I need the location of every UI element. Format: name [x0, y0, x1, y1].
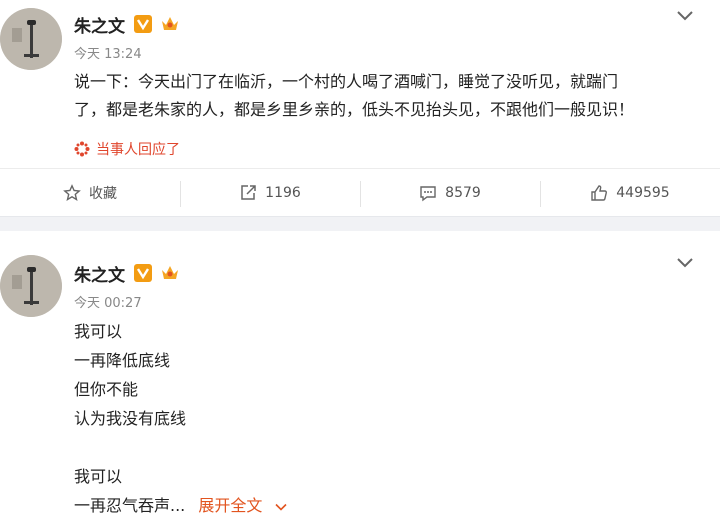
post-text-line: 我可以 — [74, 467, 123, 486]
reply-link[interactable]: 当事人回应了 — [74, 139, 180, 159]
post-card-2: 朱之文 今天 00:27 我可以 一再降低底线 但你不能 认为我没有底线 我可以… — [0, 231, 720, 527]
author-name[interactable]: 朱之文 — [74, 12, 125, 37]
avatar[interactable] — [0, 255, 62, 317]
repost-button[interactable]: 1196 — [180, 169, 360, 217]
post-text-line — [74, 433, 287, 462]
member-crown-icon — [162, 17, 178, 30]
post-text-line: 我可以 — [74, 322, 123, 341]
repost-icon — [241, 185, 256, 200]
expand-full-text-link[interactable]: 展开全文 — [198, 496, 262, 515]
post-text-line: 但你不能 — [74, 380, 139, 399]
verified-v-icon — [134, 15, 152, 33]
chevron-down-icon[interactable] — [676, 9, 694, 21]
comment-icon — [420, 186, 436, 202]
favorite-button[interactable]: 收藏 — [0, 169, 180, 217]
author-name[interactable]: 朱之文 — [74, 261, 125, 286]
verified-v-icon — [134, 264, 152, 282]
post-separator — [0, 216, 720, 232]
post-time[interactable]: 今天 00:27 — [74, 292, 142, 311]
post-text-line: 了，都是老朱家的人，都是乡里乡亲的，低头不见抬头见，不跟他们一般见识！ — [74, 100, 635, 119]
avatar[interactable] — [0, 8, 62, 70]
reply-label: 当事人回应了 — [96, 142, 180, 158]
like-count: 449595 — [616, 185, 670, 201]
post-body: 我可以 一再降低底线 但你不能 认为我没有底线 我可以 一再忍气吞声... 展开… — [74, 317, 288, 520]
favorite-label: 收藏 — [89, 186, 117, 202]
post-card-1: 朱之文 今天 13:24 说一下：今天出门了在临沂，一个村的人喝了酒喊门，睡觉了… — [0, 0, 720, 216]
post-text-line: 认为我没有底线 — [74, 409, 187, 428]
member-crown-icon — [162, 266, 178, 279]
spark-icon — [74, 141, 90, 157]
repost-count: 1196 — [265, 185, 301, 201]
star-icon — [63, 184, 81, 201]
thumbs-up-icon — [591, 185, 608, 201]
post-text-line-last: 一再忍气吞声... 展开全文 — [74, 491, 288, 520]
post-body: 说一下：今天出门了在临沂，一个村的人喝了酒喊门，睡觉了没听见，就踹门 了，都是老… — [74, 68, 696, 124]
post-text-line: 一再降低底线 — [74, 351, 171, 370]
chevron-down-icon[interactable] — [275, 503, 288, 511]
post-text-line: 说一下：今天出门了在临沂，一个村的人喝了酒喊门，睡觉了没听见，就踹门 — [74, 72, 619, 91]
post-text-truncated: 一再忍气吞声... — [74, 496, 186, 515]
comment-button[interactable]: 8579 — [360, 169, 540, 217]
comment-count: 8579 — [445, 185, 481, 201]
chevron-down-icon[interactable] — [676, 256, 694, 268]
like-button[interactable]: 449595 — [540, 169, 720, 217]
post-time[interactable]: 今天 13:24 — [74, 43, 142, 62]
action-bar: 收藏 1196 8579 449595 — [0, 168, 720, 217]
